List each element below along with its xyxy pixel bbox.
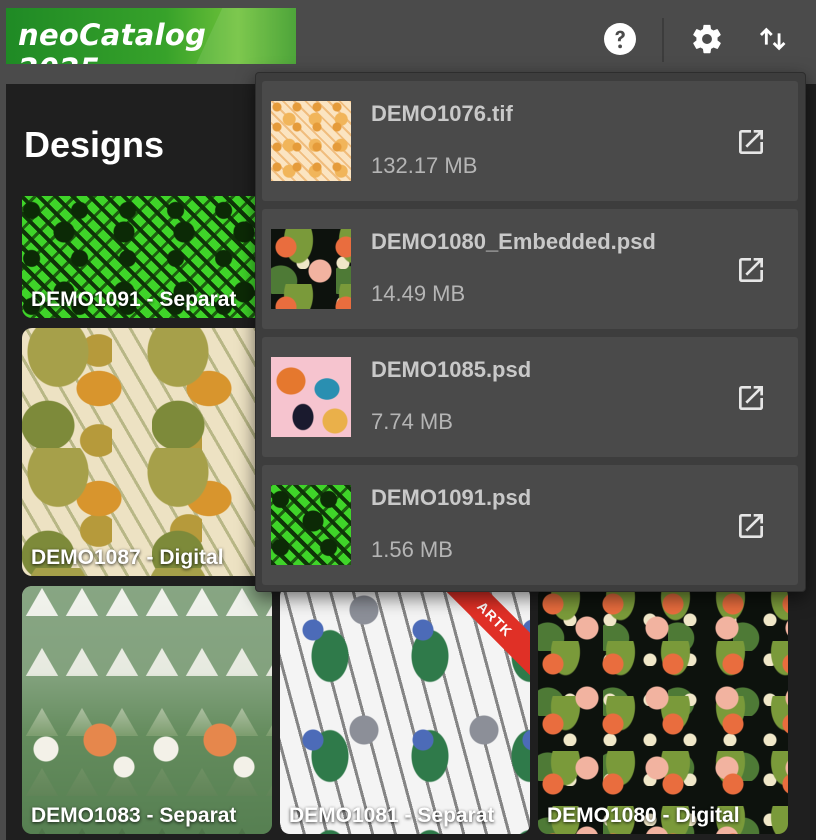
file-thumbnail (271, 101, 351, 181)
design-tile[interactable]: ARTK DEMO1081 - Separat (280, 586, 530, 834)
file-row[interactable]: DEMO1085.psd 7.74 MB (262, 337, 798, 457)
external-link-icon[interactable] (734, 125, 768, 159)
file-size: 7.74 MB (371, 409, 453, 434)
design-tile[interactable]: DEMO1080 - Digital (538, 586, 788, 834)
file-size: 14.49 MB (371, 281, 466, 306)
external-link-icon[interactable] (734, 253, 768, 287)
sort-arrows-icon[interactable] (755, 22, 789, 56)
external-link-icon[interactable] (734, 509, 768, 543)
artk-badge: ARTK (438, 586, 530, 676)
file-name: DEMO1091.psd (371, 485, 532, 510)
file-row[interactable]: DEMO1080_Embedded.psd 14.49 MB (262, 209, 798, 329)
file-name: DEMO1080_Embedded.psd (371, 229, 656, 254)
design-tile-label: DEMO1080 - Digital (547, 804, 740, 827)
design-tile-label: DEMO1091 - Separat (31, 288, 237, 311)
file-row[interactable]: DEMO1076.tif 132.17 MB (262, 81, 798, 201)
file-name: DEMO1085.psd (371, 357, 532, 382)
file-row[interactable]: DEMO1091.psd 1.56 MB (262, 465, 798, 585)
app-logo[interactable]: neoCatalog 2025 (6, 8, 296, 64)
panel-title: Designs (24, 124, 165, 165)
header-divider (662, 18, 664, 62)
design-tile-label: DEMO1081 - Separat (289, 804, 495, 827)
help-icon[interactable] (603, 22, 637, 56)
file-thumbnail (271, 485, 351, 565)
file-thumbnail (271, 229, 351, 309)
design-tile[interactable]: DEMO1087 - Digital (22, 328, 272, 576)
external-link-icon[interactable] (734, 381, 768, 415)
design-tile[interactable]: DEMO1091 - Separat (22, 196, 272, 318)
design-tile-label: DEMO1083 - Separat (31, 804, 237, 827)
design-tile[interactable]: DEMO1083 - Separat (22, 586, 272, 834)
file-name: DEMO1076.tif (371, 101, 513, 126)
app-title: neoCatalog 2025 (18, 18, 207, 64)
design-tile-label: DEMO1087 - Digital (31, 546, 224, 569)
linked-files-popup: DEMO1076.tif 132.17 MB DEMO1080_Embedded… (255, 72, 806, 592)
file-size: 132.17 MB (371, 153, 478, 178)
file-thumbnail (271, 357, 351, 437)
file-size: 1.56 MB (371, 537, 453, 562)
gear-icon[interactable] (690, 22, 724, 56)
